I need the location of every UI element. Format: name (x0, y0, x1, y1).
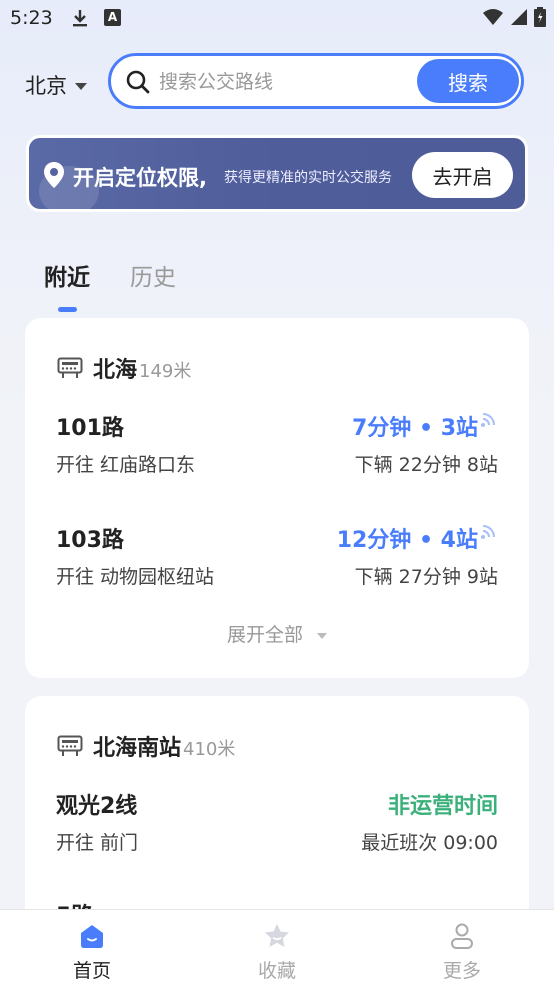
route-direction: 开往 前门 (56, 832, 139, 854)
download-icon (73, 10, 87, 27)
enable-location-button[interactable]: 去开启 (412, 152, 513, 198)
search-button[interactable]: 搜索 (417, 59, 519, 103)
route-status: 非运营时间 (387, 794, 498, 819)
stop-name: 北海 (93, 358, 138, 383)
tab-indicator (58, 307, 77, 312)
bus-stop-icon (57, 735, 83, 756)
bus-stop-icon (57, 357, 83, 378)
nav-favorites-label: 收藏 (257, 960, 296, 982)
route-row[interactable]: 观光2线 开往 前门 非运营时间 最近班次 09:00 (56, 788, 500, 868)
route-row[interactable]: 101路 开往 红庙路口东 7分钟 • 3站 下辆 22分钟 8站 (56, 410, 500, 490)
route-next-bus: 最近班次 09:00 (361, 832, 498, 854)
route-eta: 12分钟 • 4站 (336, 528, 478, 553)
route-name: 103路 (56, 528, 124, 553)
keyboard-a-icon: A (104, 9, 121, 26)
signal-icon (511, 9, 527, 25)
banner-subtitle: 获得更精准的实时公交服务 (224, 170, 392, 186)
expand-all-label: 展开全部 (226, 624, 303, 646)
route-eta: 7分钟 • 3站 (352, 416, 478, 441)
expand-all-button[interactable]: 展开全部 (25, 620, 529, 647)
stop-distance: 149米 (139, 361, 192, 382)
city-label: 北京 (25, 74, 67, 98)
search-input[interactable] (157, 64, 411, 100)
tab-nearby[interactable]: 附近 (44, 258, 90, 292)
caret-down-icon (317, 632, 327, 639)
search-icon (126, 70, 150, 94)
route-direction: 开往 动物园枢纽站 (56, 566, 215, 588)
home-icon (81, 925, 103, 948)
status-time: 5:23 (10, 7, 53, 29)
route-next-bus: 下辆 27分钟 9站 (354, 566, 498, 588)
location-pin-icon (44, 162, 64, 188)
caret-down-icon (75, 82, 87, 90)
nav-home[interactable]: 首页 (42, 922, 142, 983)
status-indicators (482, 7, 546, 27)
route-name: 101路 (56, 416, 124, 441)
nav-home-label: 首页 (72, 960, 111, 982)
city-selector[interactable]: 北京 (25, 70, 87, 100)
route-direction: 开往 红庙路口东 (56, 454, 196, 476)
tab-history[interactable]: 历史 (130, 258, 176, 292)
search-box[interactable]: 搜索 (108, 53, 524, 109)
bottom-nav: 首页 收藏 更多 (0, 909, 554, 985)
stop-distance: 410米 (183, 739, 236, 760)
battery-icon (534, 7, 546, 27)
location-permission-banner: 开启定位权限, 获得更精准的实时公交服务 去开启 (26, 135, 528, 212)
route-next-bus: 下辆 22分钟 8站 (354, 454, 498, 476)
realtime-signal-icon (481, 413, 495, 427)
stop-card[interactable]: 北海南站 410米 观光2线 开往 前门 非运营时间 最近班次 09:00 5路 (25, 696, 529, 936)
star-icon (265, 924, 289, 947)
route-name: 观光2线 (56, 794, 138, 819)
route-row[interactable]: 103路 开往 动物园枢纽站 12分钟 • 4站 下辆 27分钟 9站 (56, 522, 500, 602)
stop-name: 北海南站 (93, 736, 182, 761)
status-bar: 5:23 A (0, 0, 554, 36)
nav-more[interactable]: 更多 (412, 922, 512, 983)
nav-more-label: 更多 (442, 960, 481, 982)
realtime-signal-icon (481, 525, 495, 539)
banner-title: 开启定位权限, (73, 166, 207, 190)
stop-header: 北海 149米 (57, 352, 191, 384)
nav-favorites[interactable]: 收藏 (227, 922, 327, 983)
stop-card[interactable]: 北海 149米 101路 开往 红庙路口东 7分钟 • 3站 下辆 22分钟 8… (25, 318, 529, 678)
tab-bar: 附近 历史 (44, 258, 176, 292)
person-icon (451, 923, 473, 949)
stop-header: 北海南站 410米 (57, 730, 235, 762)
wifi-icon (483, 9, 503, 25)
